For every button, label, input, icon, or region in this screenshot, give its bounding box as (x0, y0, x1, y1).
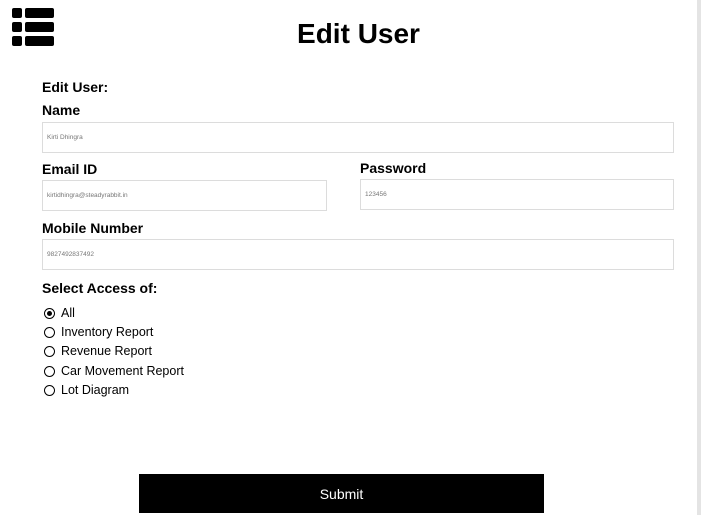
mobile-label: Mobile Number (42, 220, 144, 236)
radio-option-inventory-report[interactable]: Inventory Report (44, 325, 153, 339)
section-heading: Edit User: (42, 79, 109, 95)
page-title: Edit User (297, 18, 420, 49)
radio-button[interactable] (44, 326, 55, 338)
password-input[interactable] (360, 179, 674, 210)
submit-button[interactable]: Submit (139, 474, 544, 513)
radio-label: Lot Diagram (61, 383, 130, 397)
radio-option-lot-diagram[interactable]: Lot Diagram (44, 383, 129, 397)
name-label: Name (42, 102, 81, 118)
radio-button[interactable] (44, 384, 55, 396)
password-label: Password (360, 160, 427, 176)
radio-label: Car Movement Report (61, 364, 184, 378)
email-input[interactable] (42, 180, 327, 211)
email-label: Email ID (42, 161, 98, 177)
radio-label: Inventory Report (61, 325, 154, 339)
radio-option-all[interactable]: All (44, 306, 75, 320)
radio-button[interactable] (44, 307, 55, 319)
name-input[interactable] (42, 122, 674, 153)
radio-button[interactable] (44, 365, 55, 377)
radio-option-car-movement-report[interactable]: Car Movement Report (44, 364, 184, 378)
radio-label: Revenue Report (61, 344, 153, 358)
page-scrollbar[interactable] (697, 0, 701, 515)
mobile-input[interactable] (42, 239, 674, 270)
radio-button[interactable] (44, 345, 55, 357)
radio-option-revenue-report[interactable]: Revenue Report (44, 344, 152, 358)
radio-label: All (61, 306, 75, 320)
access-heading: Select Access of: (42, 280, 158, 296)
